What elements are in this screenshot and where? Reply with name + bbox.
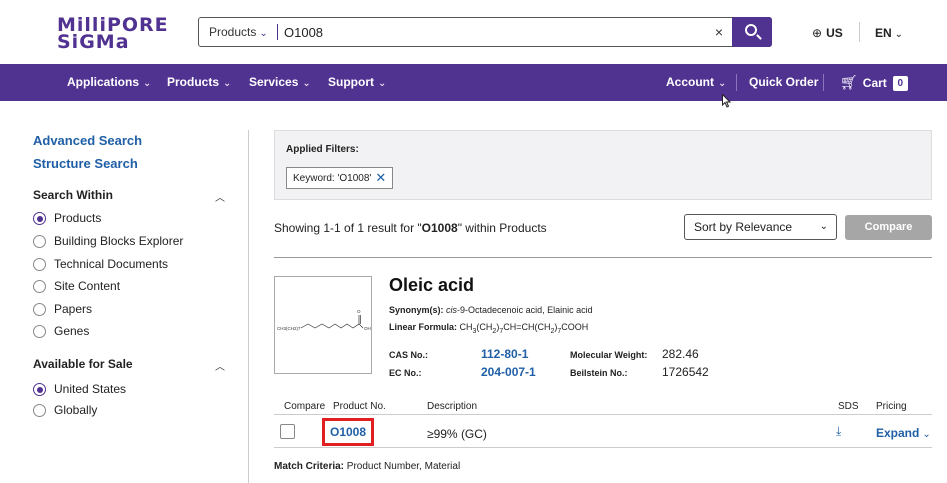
header: MilliPORE SiGMa Products⌄ × ⊕US EN⌄ <box>0 0 947 64</box>
cart-count-badge: 0 <box>892 76 908 91</box>
synonyms: Synonym(s): cis-9-Octadecenoic acid, Ela… <box>389 305 593 315</box>
sidebar-divider <box>248 130 249 483</box>
radio-building-blocks-explorer[interactable]: Building Blocks Explorer <box>33 234 183 250</box>
nav-divider <box>823 74 824 91</box>
search-within-heading[interactable]: Search Within <box>33 188 113 202</box>
chevron-down-icon: ⌄ <box>894 29 904 40</box>
linear-formula: Linear Formula: CH3(CH2)7CH=CH(CH2)7COOH <box>389 322 589 335</box>
region-selector[interactable]: ⊕ US <box>812 26 843 40</box>
header-product-no: Product No. <box>333 401 386 412</box>
search-bar: Products⌄ × <box>198 17 772 47</box>
header-sds: SDS <box>838 401 859 412</box>
cas-label: CAS No.: <box>389 350 428 360</box>
svg-text:O: O <box>357 309 361 314</box>
results-divider <box>274 257 932 258</box>
radio-site-content[interactable]: Site Content <box>33 279 120 295</box>
download-icon[interactable]: ⤓ <box>836 424 841 439</box>
advanced-search-link[interactable]: Advanced Search <box>33 133 142 148</box>
applied-filters-panel: Applied Filters: Keyword: 'O1008' ✕ <box>274 130 932 200</box>
radio-genes[interactable]: Genes <box>33 324 89 340</box>
nav-account[interactable]: Account ⌄ <box>666 64 726 101</box>
main-nav: Applications ⌄ Products ⌄ Services ⌄ Suppor… <box>0 64 947 101</box>
applied-filters-title: Applied Filters: <box>286 144 359 155</box>
chevron-down-icon: ⌄ <box>259 28 268 39</box>
beilstein-label: Beilstein No.: <box>570 368 628 378</box>
radio-united-states[interactable]: United States <box>33 382 126 398</box>
chevron-up-icon[interactable]: ︿ <box>215 358 225 373</box>
beilstein-value: 1726542 <box>662 365 709 379</box>
nav-divider <box>736 74 737 91</box>
chevron-down-icon: ⌄ <box>143 78 152 89</box>
structure-search-link[interactable]: Structure Search <box>33 156 138 171</box>
radio-technical-documents[interactable]: Technical Documents <box>33 257 168 273</box>
table-divider <box>274 447 932 448</box>
millipore-sigma-logo[interactable]: MilliPORE SiGMa <box>57 14 169 52</box>
radio-papers[interactable]: Papers <box>33 302 92 318</box>
radio-icon <box>33 303 46 316</box>
sort-dropdown[interactable]: Sort by Relevance ⌄ <box>684 214 837 240</box>
search-button[interactable] <box>732 17 772 47</box>
radio-selected-icon <box>33 212 46 225</box>
ec-number-link[interactable]: 204-007-1 <box>481 365 536 379</box>
radio-globally[interactable]: Globally <box>33 403 97 419</box>
table-divider <box>274 414 932 415</box>
chevron-up-icon[interactable]: ︿ <box>215 189 225 204</box>
radio-icon <box>33 404 46 417</box>
close-icon[interactable]: ✕ <box>375 170 386 185</box>
product-description: ≥99% (GC) <box>427 427 487 441</box>
chevron-down-icon: ⌄ <box>922 429 931 440</box>
radio-selected-icon <box>33 383 46 396</box>
search-divider <box>277 24 278 40</box>
keyword-filter-chip[interactable]: Keyword: 'O1008' ✕ <box>286 167 394 189</box>
cas-number-link[interactable]: 112-80-1 <box>481 347 528 361</box>
structure-image[interactable]: CH3(CH2)7 O OH <box>274 276 372 374</box>
radio-icon <box>33 258 46 271</box>
nav-applications[interactable]: Applications ⌄ <box>67 64 151 101</box>
mw-value: 282.46 <box>662 347 699 361</box>
match-criteria: Match Criteria: Product Number, Material <box>274 461 461 472</box>
globe-icon: ⊕ <box>812 26 823 40</box>
mw-label: Molecular Weight: <box>570 350 648 360</box>
search-input[interactable] <box>284 21 704 43</box>
chevron-down-icon: ⌄ <box>378 78 387 89</box>
chevron-down-icon: ⌄ <box>819 221 828 232</box>
radio-icon <box>33 325 46 338</box>
results-summary: Showing 1-1 of 1 result for "O1008" with… <box>274 221 547 235</box>
clear-search-icon[interactable]: × <box>707 18 731 46</box>
svg-text:CH3(CH2)7: CH3(CH2)7 <box>277 326 301 331</box>
chevron-down-icon: ⌄ <box>302 78 311 89</box>
radio-icon <box>33 280 46 293</box>
nav-services[interactable]: Services ⌄ <box>249 64 311 101</box>
chevron-down-icon: ⌄ <box>718 78 727 89</box>
nav-cart[interactable]: 🛒︎ Cart 0 <box>840 64 908 101</box>
compare-button[interactable]: Compare <box>845 215 932 240</box>
header-pricing: Pricing <box>876 401 907 412</box>
chevron-down-icon: ⌄ <box>223 78 232 89</box>
radio-icon <box>33 235 46 248</box>
nav-quick-order[interactable]: Quick Order <box>749 64 818 101</box>
language-selector[interactable]: EN ⌄ <box>875 26 903 40</box>
expand-pricing-button[interactable]: Expand ⌄ <box>876 426 931 440</box>
header-divider <box>859 22 860 42</box>
svg-text:OH: OH <box>364 326 371 331</box>
nav-products[interactable]: Products ⌄ <box>167 64 231 101</box>
mouse-cursor-icon <box>722 94 732 108</box>
cart-icon: 🛒︎ <box>840 74 858 90</box>
oleic-acid-structure-icon: CH3(CH2)7 O OH <box>277 309 371 331</box>
product-name[interactable]: Oleic acid <box>389 275 474 296</box>
header-description: Description <box>427 401 478 412</box>
ec-label: EC No.: <box>389 368 422 378</box>
radio-products[interactable]: Products <box>33 211 101 227</box>
available-for-sale-heading[interactable]: Available for Sale <box>33 357 133 371</box>
nav-support[interactable]: Support ⌄ <box>328 64 386 101</box>
search-icon <box>745 24 757 36</box>
compare-checkbox[interactable] <box>280 424 295 439</box>
search-scope-dropdown[interactable]: Products ⌄ <box>199 18 277 46</box>
product-number-link[interactable]: O1008 <box>322 418 374 446</box>
header-compare: Compare <box>284 401 326 412</box>
